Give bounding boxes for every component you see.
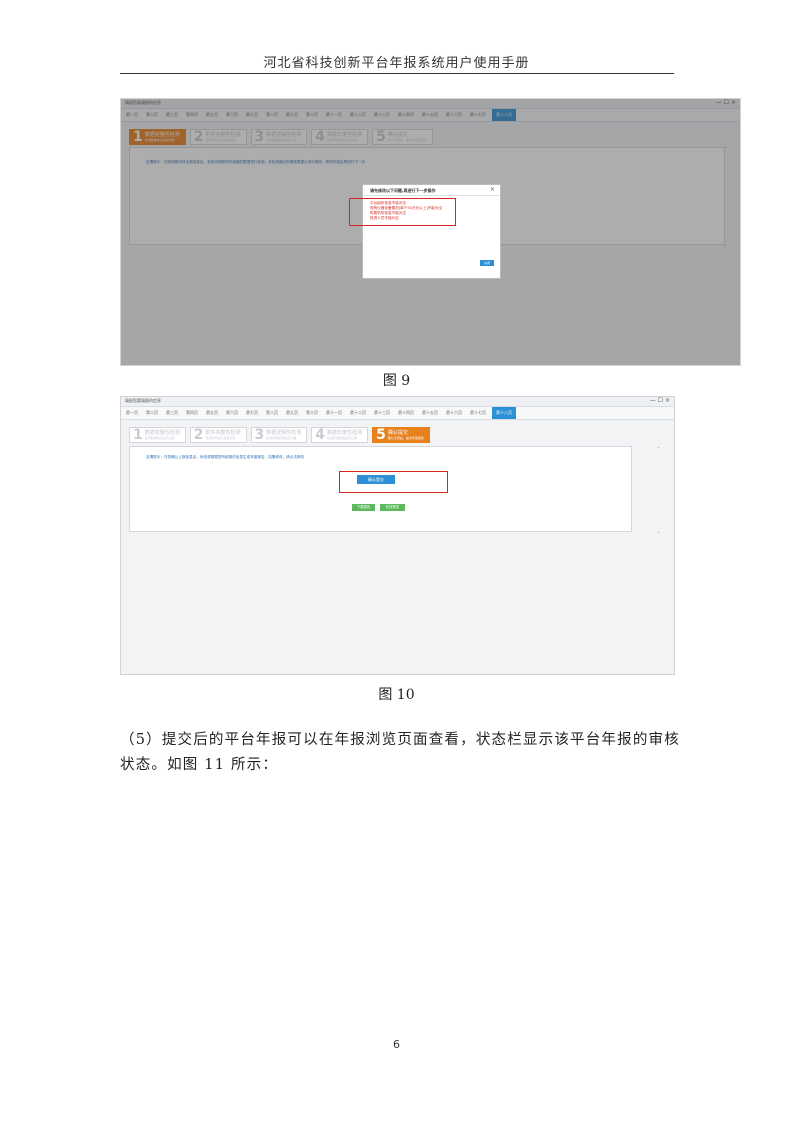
tab-page[interactable]: 第一页 [124, 407, 140, 419]
tab-page[interactable]: 第十页 [304, 407, 320, 419]
tab-page[interactable]: 第三页 [164, 407, 180, 419]
step-number: 5 [376, 427, 386, 443]
step-description: 检测附件信息是否完整 [205, 436, 236, 440]
tab-page[interactable]: 第十三页 [372, 407, 392, 419]
step-number: 3 [254, 427, 265, 443]
modal-divider [363, 195, 500, 196]
tab-page[interactable]: 第二页 [144, 407, 160, 419]
window-titlebar: 填报您要填报的信息 — ☐ × [121, 397, 674, 407]
step-wizard: 1 数据完整性检测 检测数据信息是否完整 2 附件完整性检测 检测附件信息是否完整 3 数据逻… [129, 427, 430, 443]
running-header: 河北省科技创新平台年报系统用户使用手册 [263, 56, 530, 71]
window-title: 填报您要填报的信息 [125, 398, 161, 403]
scroll-indicator [658, 532, 659, 533]
tab-page[interactable]: 第八页 [264, 407, 280, 419]
tab-page[interactable]: 第四页 [184, 407, 200, 419]
wizard-step[interactable]: 2 附件完整性检测 检测附件信息是否完整 [189, 427, 247, 443]
tab-page[interactable]: 第十七页 [468, 407, 488, 419]
body-paragraph: （5）提交后的平台年报可以在年报浏览页面查看，状态栏显示该平台年报的审核状态。如… [120, 732, 680, 773]
tab-page[interactable]: 第六页 [224, 407, 240, 419]
figure-10-screenshot: 填报您要填报的信息 — ☐ × 第一页 第二页 第三页 第四页 第五页 第六页 第七页 第八页… [120, 396, 675, 675]
tab-page[interactable]: 第十二页 [348, 407, 368, 419]
tab-page[interactable]: 第五页 [204, 407, 220, 419]
figure-9-screenshot: 填报您要填报的信息 — ☐ × 第一页 第二页 第三页 第四页 第五页 第六页 第七页 第八页… [120, 98, 741, 366]
page-number: 6 [393, 1038, 400, 1051]
step-description: 检测数据逻辑是否正确 [266, 436, 297, 440]
scroll-indicator [658, 447, 659, 448]
window-controls[interactable]: — ☐ × [650, 397, 670, 404]
download-report-button[interactable]: 下载报告 [352, 504, 375, 511]
header-rule [120, 73, 674, 74]
tab-page[interactable]: 第十八页 [492, 407, 516, 419]
step-number: 4 [315, 427, 326, 443]
tab-page[interactable]: 第十六页 [444, 407, 464, 419]
page-tab-bar: 第一页 第二页 第三页 第四页 第五页 第六页 第七页 第八页 第九页 第十页 第十一页 第十二页 第十… [121, 407, 674, 420]
preview-report-button[interactable]: 在线预览 [380, 504, 405, 511]
step-description: 检测数据信息是否完整 [144, 436, 175, 440]
highlight-box [349, 198, 456, 226]
wizard-step[interactable]: 1 数据完整性检测 检测数据信息是否完整 [129, 427, 186, 443]
step-description: 检测年度数据是否正确 [327, 436, 358, 440]
tab-page[interactable]: 第十五页 [420, 407, 440, 419]
close-icon[interactable]: × [490, 186, 495, 193]
wizard-step[interactable]: 4 数据年度性检测 检测年度数据是否正确 [311, 427, 369, 443]
figure-10-caption: 图 10 [378, 687, 415, 703]
tab-page[interactable]: 第十一页 [324, 407, 344, 419]
step-number: 1 [133, 427, 143, 443]
wizard-step[interactable]: 3 数据逻辑性检测 检测数据逻辑是否正确 [250, 427, 308, 443]
highlight-box [339, 471, 448, 493]
wizard-step[interactable]: 5 确认提交 确认无误后，提交年度报告 [372, 427, 430, 443]
tab-page[interactable]: 第七页 [244, 407, 260, 419]
notice-text: 友情提示：在您确认上报信息后，系统将根据您所填报的信息生成年度报告，如需修改，请… [146, 455, 305, 459]
tab-page[interactable]: 第十四页 [396, 407, 416, 419]
step-number: 2 [193, 427, 204, 443]
figure-9-caption: 图 9 [382, 373, 411, 389]
tab-page[interactable]: 第九页 [284, 407, 300, 419]
modal-title: 请先修改以下问题,再进行下一步操作 [370, 188, 436, 193]
step-description: 确认无误后，提交年度报告 [387, 436, 424, 440]
close-button[interactable]: 关闭 [480, 260, 494, 266]
